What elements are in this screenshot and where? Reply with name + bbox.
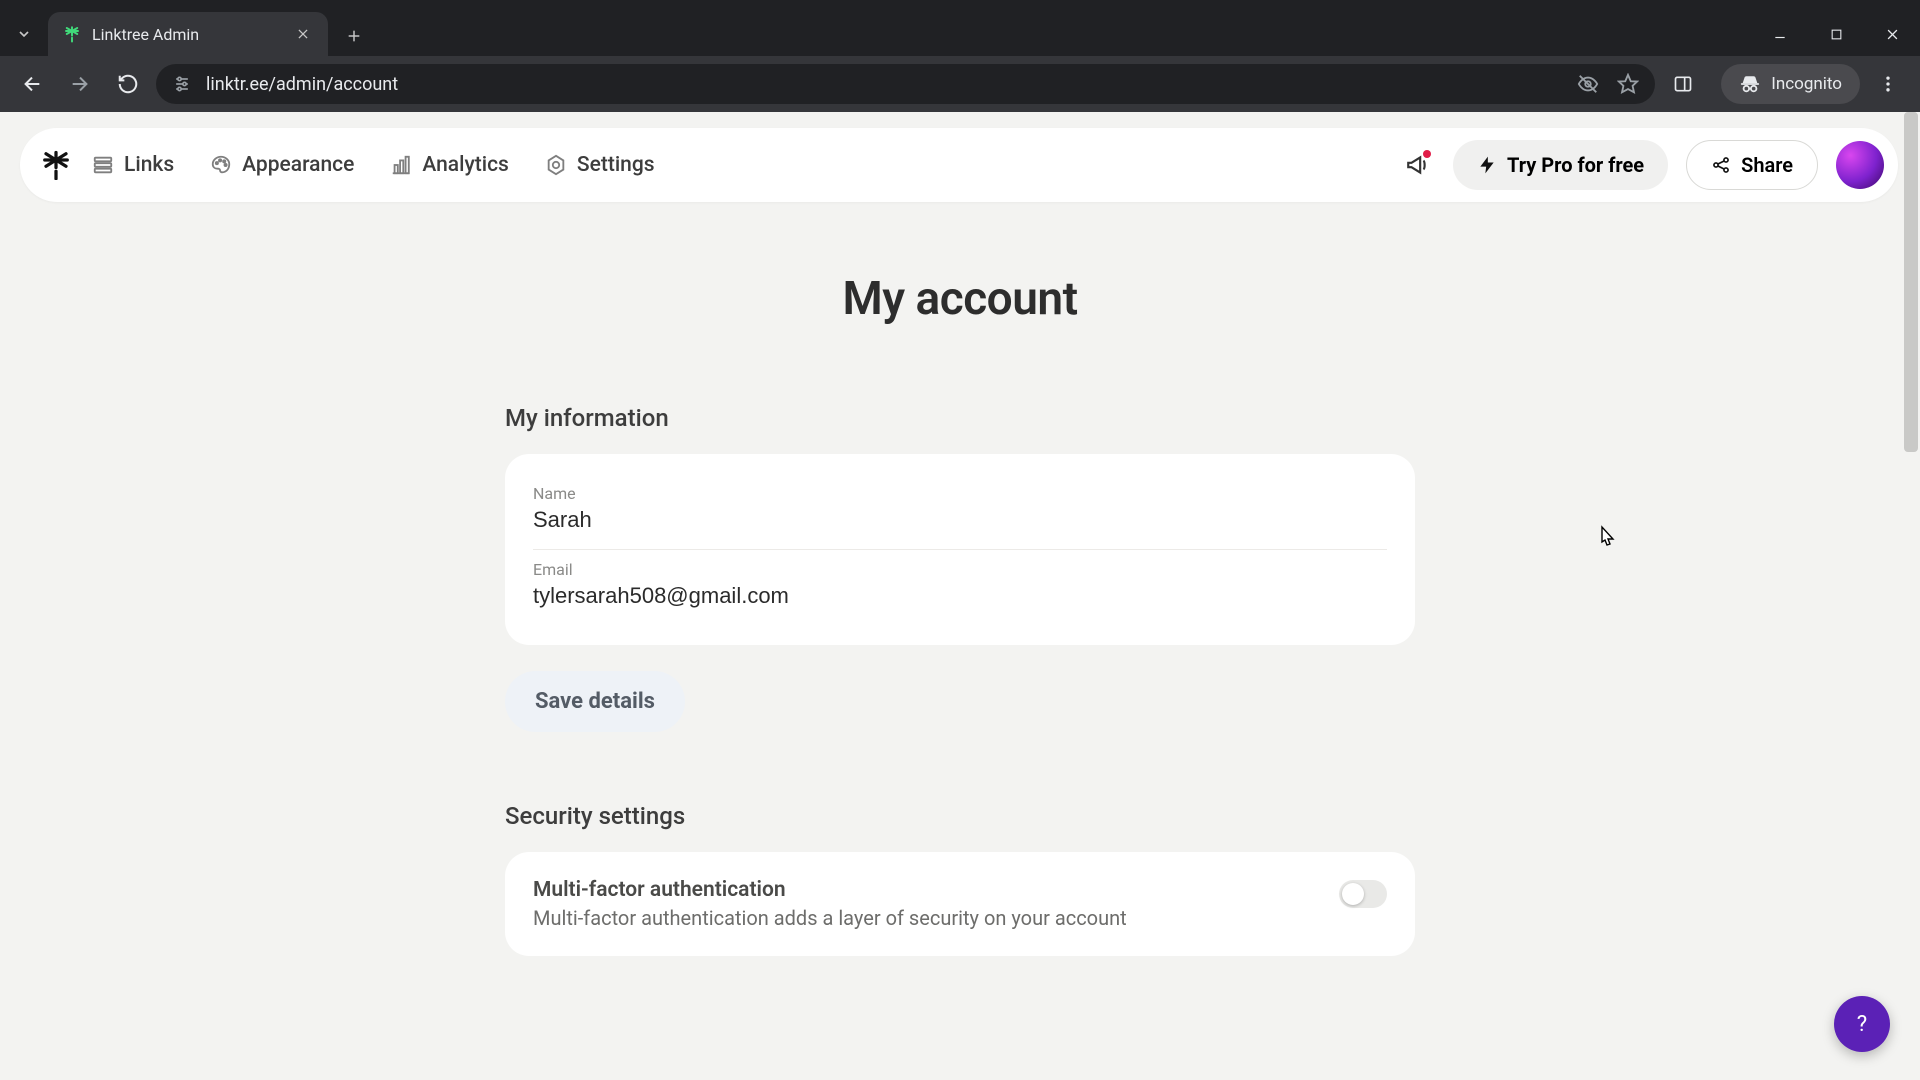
nav-settings[interactable]: Settings (545, 153, 655, 177)
notification-dot-icon (1423, 150, 1431, 158)
page-title: My account (842, 272, 1077, 326)
share-label: Share (1741, 153, 1793, 177)
email-input[interactable] (533, 583, 1387, 609)
scrollbar-thumb[interactable] (1904, 112, 1918, 452)
linktree-favicon-icon (62, 24, 82, 44)
browser-back-button[interactable] (12, 64, 52, 104)
field-name: Name (533, 474, 1387, 550)
browser-toolbar: linktr.ee/admin/account Incognito (0, 56, 1920, 112)
try-pro-button[interactable]: Try Pro for free (1453, 140, 1668, 190)
incognito-label: Incognito (1771, 74, 1842, 94)
save-details-label: Save details (535, 689, 655, 714)
browser-tab[interactable]: Linktree Admin (48, 12, 328, 56)
linktree-logo-icon[interactable] (38, 147, 74, 183)
side-panel-button[interactable] (1663, 64, 1703, 104)
share-button[interactable]: Share (1686, 140, 1818, 190)
mfa-text: Multi-factor authentication Multi-factor… (533, 878, 1339, 930)
section-security-settings: Security settings Multi-factor authentic… (505, 802, 1415, 956)
page-viewport: Links Appearance Analytics Settings (0, 112, 1920, 1080)
nav-tabs: Links Appearance Analytics Settings (92, 153, 655, 177)
bookmark-icon[interactable] (1617, 73, 1639, 95)
nav-links[interactable]: Links (92, 153, 174, 177)
vertical-scrollbar[interactable] (1902, 112, 1920, 1080)
browser-forward-button[interactable] (60, 64, 100, 104)
mfa-card: Multi-factor authentication Multi-factor… (505, 852, 1415, 956)
browser-tab-strip: Linktree Admin (0, 0, 1920, 56)
my-information-heading: My information (505, 404, 1415, 432)
help-button[interactable]: ? (1834, 996, 1890, 1052)
new-tab-button[interactable] (334, 16, 374, 56)
help-label: ? (1857, 1012, 1867, 1037)
window-controls (1752, 12, 1920, 56)
info-card: Name Email (505, 454, 1415, 645)
close-tab-icon[interactable] (292, 23, 314, 45)
nav-settings-label: Settings (577, 153, 655, 177)
nav-appearance-label: Appearance (242, 153, 354, 177)
site-settings-icon[interactable] (172, 74, 192, 94)
tab-search-dropdown[interactable] (0, 12, 48, 56)
email-label: Email (533, 560, 1387, 579)
browser-reload-button[interactable] (108, 64, 148, 104)
header-right: Try Pro for free Share (1401, 140, 1884, 190)
incognito-indicator[interactable]: Incognito (1721, 64, 1860, 104)
try-pro-label: Try Pro for free (1507, 153, 1644, 177)
announcements-button[interactable] (1401, 148, 1435, 182)
window-close[interactable] (1864, 12, 1920, 56)
toggle-knob (1342, 883, 1364, 905)
field-email: Email (533, 550, 1387, 625)
browser-menu-button[interactable] (1868, 64, 1908, 104)
nav-links-label: Links (124, 153, 174, 177)
app-header: Links Appearance Analytics Settings (20, 128, 1898, 202)
nav-analytics-label: Analytics (422, 153, 509, 177)
save-details-button[interactable]: Save details (505, 671, 685, 732)
user-avatar[interactable] (1836, 141, 1884, 189)
name-input[interactable] (533, 507, 1387, 533)
window-maximize[interactable] (1808, 12, 1864, 56)
nav-appearance[interactable]: Appearance (210, 153, 354, 177)
url-text: linktr.ee/admin/account (206, 74, 398, 95)
section-my-information: My information Name Email Save details (505, 404, 1415, 732)
incognito-icon (1739, 73, 1761, 95)
mfa-toggle[interactable] (1339, 880, 1387, 908)
nav-analytics[interactable]: Analytics (390, 153, 509, 177)
tab-title: Linktree Admin (92, 25, 199, 44)
mfa-title: Multi-factor authentication (533, 878, 1339, 902)
security-heading: Security settings (505, 802, 1415, 830)
name-label: Name (533, 484, 1387, 503)
mfa-description: Multi-factor authentication adds a layer… (533, 906, 1339, 930)
address-bar[interactable]: linktr.ee/admin/account (156, 64, 1655, 104)
window-minimize[interactable] (1752, 12, 1808, 56)
tracking-blocked-icon[interactable] (1577, 73, 1599, 95)
main-content: My account My information Name Email Sav… (0, 112, 1920, 956)
